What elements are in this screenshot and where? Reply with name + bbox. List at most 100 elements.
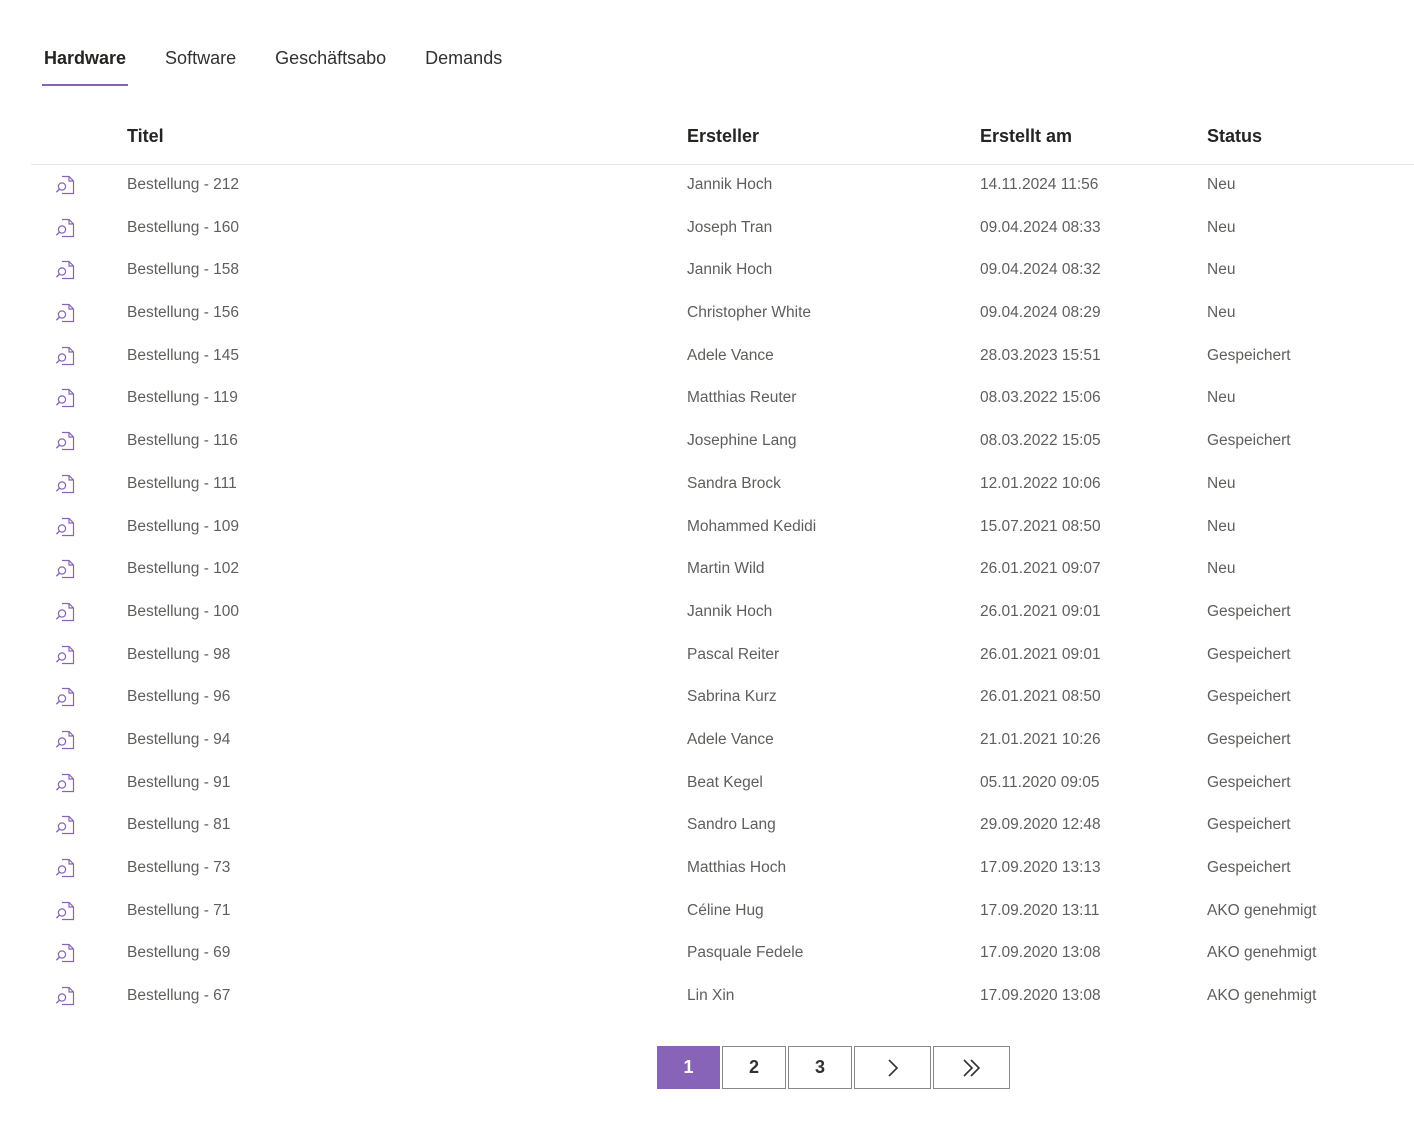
row-created: 26.01.2021 08:50	[980, 688, 1101, 706]
row-author: Beat Kegel	[687, 773, 763, 791]
column-header-author[interactable]: Ersteller	[687, 126, 759, 147]
row-created: 12.01.2022 10:06	[980, 474, 1101, 492]
row-title[interactable]: Bestellung - 109	[127, 518, 239, 536]
document-search-icon[interactable]	[55, 985, 77, 1007]
table-row[interactable]: Bestellung - 156 Christopher White 09.04.2…	[31, 293, 1414, 336]
tab-geschaeftsabo[interactable]: Geschäftsabo	[273, 44, 388, 86]
table-row[interactable]: Bestellung - 212 Jannik Hoch 14.11.2024 11…	[31, 165, 1414, 208]
tab-demands[interactable]: Demands	[423, 44, 504, 86]
row-title[interactable]: Bestellung - 111	[127, 475, 237, 493]
document-search-icon[interactable]	[55, 857, 77, 879]
row-title[interactable]: Bestellung - 116	[127, 432, 238, 450]
row-created: 14.11.2024 11:56	[980, 176, 1099, 193]
document-search-icon[interactable]	[55, 558, 77, 580]
page-button-1[interactable]: 1	[657, 1046, 720, 1089]
document-search-icon[interactable]	[55, 686, 77, 708]
table-row[interactable]: Bestellung - 160 Joseph Tran 09.04.2024 08…	[31, 208, 1414, 251]
page-button-3[interactable]: 3	[788, 1046, 852, 1089]
row-title[interactable]: Bestellung - 81	[127, 816, 230, 834]
row-created: 26.01.2021 09:01	[980, 602, 1101, 620]
document-search-icon[interactable]	[55, 729, 77, 751]
table-row[interactable]: Bestellung - 158 Jannik Hoch 09.04.2024 08…	[31, 250, 1414, 293]
table-row[interactable]: Bestellung - 145 Adele Vance 28.03.2023 15…	[31, 336, 1414, 379]
row-title[interactable]: Bestellung - 71	[127, 902, 230, 920]
row-author: Christopher White	[687, 304, 812, 322]
document-search-icon[interactable]	[55, 900, 77, 922]
table-row[interactable]: Bestellung - 94 Adele Vance 21.01.2021 10:…	[31, 720, 1414, 763]
document-search-icon[interactable]	[55, 302, 77, 324]
document-search-icon[interactable]	[55, 644, 77, 666]
document-search-icon[interactable]	[55, 259, 77, 281]
row-title[interactable]: Bestellung - 102	[127, 560, 239, 578]
row-title[interactable]: Bestellung - 212	[127, 176, 239, 194]
table-row[interactable]: Bestellung - 116 Josephine Lang 08.03.2022…	[31, 421, 1414, 464]
row-created: 21.01.2021 10:26	[980, 730, 1101, 748]
table-row[interactable]: Bestellung - 71 Céline Hug 17.09.2020 13:1…	[31, 891, 1414, 934]
row-title[interactable]: Bestellung - 160	[127, 219, 239, 237]
document-search-icon[interactable]	[55, 387, 77, 409]
row-title[interactable]: Bestellung - 119	[127, 389, 238, 407]
row-created: 29.09.2020 12:48	[980, 816, 1101, 834]
table-row[interactable]: Bestellung - 98 Pascal Reiter 26.01.2021 0…	[31, 635, 1414, 678]
table-row[interactable]: Bestellung - 100 Jannik Hoch 26.01.2021 09…	[31, 592, 1414, 635]
row-title[interactable]: Bestellung - 96	[127, 688, 230, 706]
document-search-icon[interactable]	[55, 601, 77, 623]
column-header-status[interactable]: Status	[1207, 126, 1262, 147]
row-title[interactable]: Bestellung - 67	[127, 987, 230, 1005]
row-title[interactable]: Bestellung - 91	[127, 774, 230, 792]
row-title[interactable]: Bestellung - 100	[127, 603, 239, 621]
document-search-icon[interactable]	[55, 473, 77, 495]
table-row[interactable]: Bestellung - 91 Beat Kegel 05.11.2020 09:0…	[31, 763, 1414, 806]
document-search-icon[interactable]	[55, 772, 77, 794]
row-author: Pasquale Fedele	[687, 944, 804, 962]
document-search-icon[interactable]	[55, 516, 77, 538]
table-row[interactable]: Bestellung - 81 Sandro Lang 29.09.2020 12:…	[31, 805, 1414, 848]
row-status: Gespeichert	[1207, 432, 1291, 450]
row-author: Adele Vance	[687, 346, 774, 364]
table-row[interactable]: Bestellung - 102 Martin Wild 26.01.2021 09…	[31, 549, 1414, 592]
table-row[interactable]: Bestellung - 69 Pasquale Fedele 17.09.2020…	[31, 933, 1414, 976]
table-row[interactable]: Bestellung - 119 Matthias Reuter 08.03.202…	[31, 378, 1414, 421]
document-search-icon[interactable]	[55, 217, 77, 239]
row-author: Matthias Hoch	[687, 859, 787, 876]
row-status: Gespeichert	[1207, 602, 1291, 620]
row-status: AKO genehmigt	[1207, 901, 1317, 919]
table-row[interactable]: Bestellung - 111 Sandra Brock 12.01.2022 1…	[31, 464, 1414, 507]
row-created: 09.04.2024 08:33	[980, 218, 1101, 236]
column-header-title[interactable]: Titel	[127, 126, 164, 147]
row-title[interactable]: Bestellung - 98	[127, 646, 230, 664]
row-author: Pascal Reiter	[687, 645, 780, 663]
row-created: 05.11.2020 09:05	[980, 773, 1100, 791]
tab-hardware[interactable]: Hardware	[42, 44, 129, 86]
table-row[interactable]: Bestellung - 67 Lin Xin 17.09.2020 13:08 AK…	[31, 976, 1414, 1019]
list-body: Bestellung - 212 Jannik Hoch 14.11.2024 11…	[31, 165, 1414, 1019]
last-page-button[interactable]	[933, 1046, 1010, 1089]
row-created: 08.03.2022 15:05	[980, 432, 1101, 450]
row-title[interactable]: Bestellung - 145	[127, 347, 239, 365]
table-row[interactable]: Bestellung - 73 Matthias Hoch 17.09.2020 1…	[31, 848, 1414, 891]
document-search-icon[interactable]	[55, 814, 77, 836]
document-search-icon[interactable]	[55, 345, 77, 367]
table-row[interactable]: Bestellung - 109 Mohammed Kedidi 15.07.202…	[31, 507, 1414, 550]
row-title[interactable]: Bestellung - 94	[127, 731, 230, 749]
row-title[interactable]: Bestellung - 73	[127, 859, 230, 877]
row-status: Gespeichert	[1207, 816, 1291, 834]
document-search-icon[interactable]	[55, 174, 77, 196]
document-search-icon[interactable]	[55, 430, 77, 452]
document-search-icon[interactable]	[55, 942, 77, 964]
table-row[interactable]: Bestellung - 96 Sabrina Kurz 26.01.2021 08…	[31, 677, 1414, 720]
row-title[interactable]: Bestellung - 158	[127, 261, 239, 279]
list-header: Titel Ersteller Erstellt am Status	[31, 112, 1414, 165]
next-page-button[interactable]	[854, 1046, 931, 1089]
tab-software[interactable]: Software	[163, 44, 238, 86]
row-title[interactable]: Bestellung - 69	[127, 944, 230, 962]
page-button-2[interactable]: 2	[722, 1046, 786, 1089]
row-status: Neu	[1207, 218, 1236, 236]
column-header-created[interactable]: Erstellt am	[980, 126, 1072, 147]
row-title[interactable]: Bestellung - 156	[127, 304, 239, 322]
row-created: 26.01.2021 09:07	[980, 560, 1101, 578]
row-created: 26.01.2021 09:01	[980, 645, 1101, 663]
tab-bar: Hardware Software Geschäftsabo Demands	[42, 44, 539, 90]
row-status: Neu	[1207, 389, 1236, 407]
row-status: Neu	[1207, 261, 1236, 279]
